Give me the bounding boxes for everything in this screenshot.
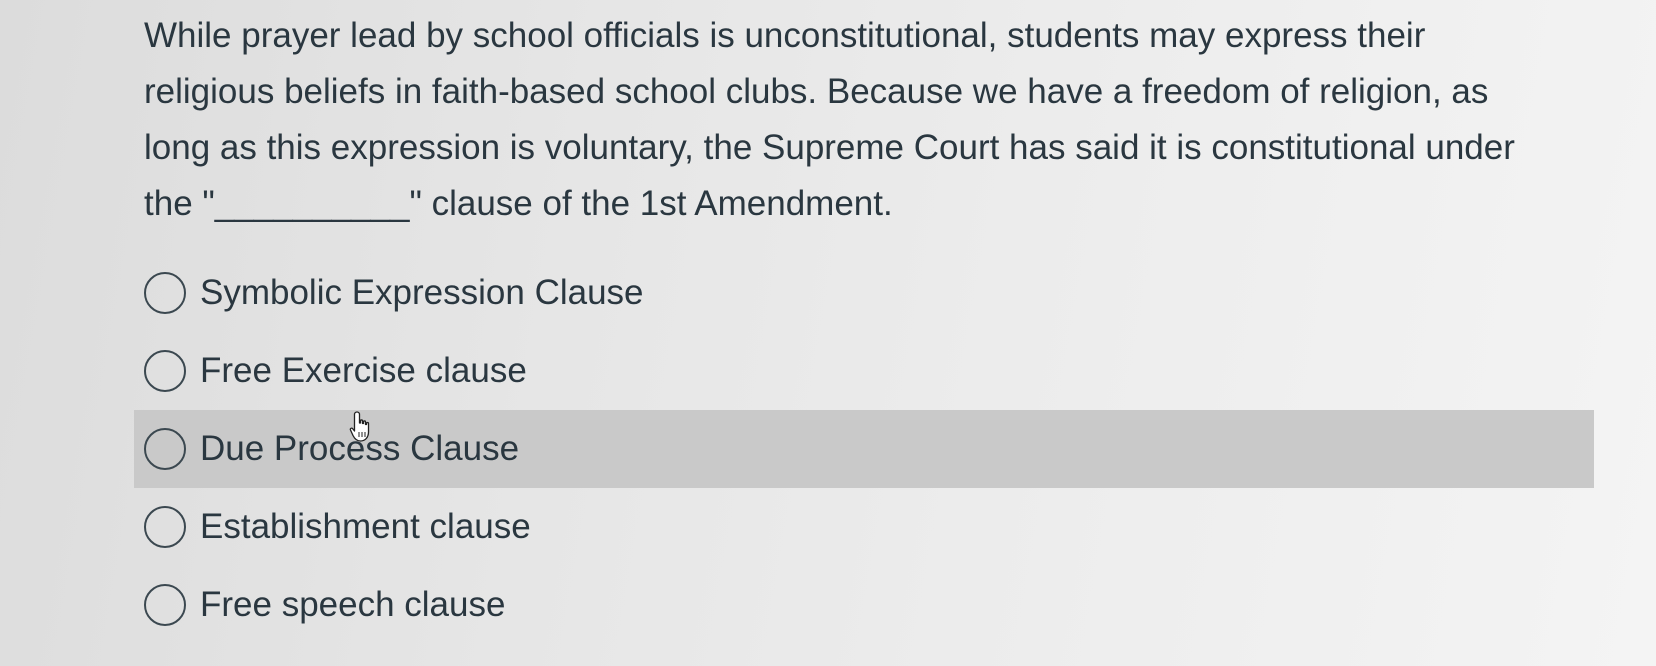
- answer-option-establishment[interactable]: Establishment clause: [134, 488, 1594, 566]
- radio-button[interactable]: [144, 506, 186, 548]
- radio-button[interactable]: [144, 272, 186, 314]
- radio-button[interactable]: [144, 428, 186, 470]
- question-text: While prayer lead by school officials is…: [144, 16, 1515, 223]
- radio-button[interactable]: [144, 584, 186, 626]
- radio-button[interactable]: [144, 350, 186, 392]
- answer-option-free-speech[interactable]: Free speech clause: [134, 566, 1594, 644]
- answer-label: Free speech clause: [200, 585, 506, 624]
- answer-option-free-exercise[interactable]: Free Exercise clause: [134, 332, 1594, 410]
- answer-label: Establishment clause: [200, 507, 531, 546]
- answer-label: Free Exercise clause: [200, 351, 527, 390]
- answer-label: Symbolic Expression Clause: [200, 273, 644, 312]
- answer-option-symbolic-expression[interactable]: Symbolic Expression Clause: [134, 254, 1594, 332]
- hand-pointer-icon: [349, 411, 370, 442]
- answer-list: Symbolic Expression Clause Free Exercise…: [134, 254, 1594, 644]
